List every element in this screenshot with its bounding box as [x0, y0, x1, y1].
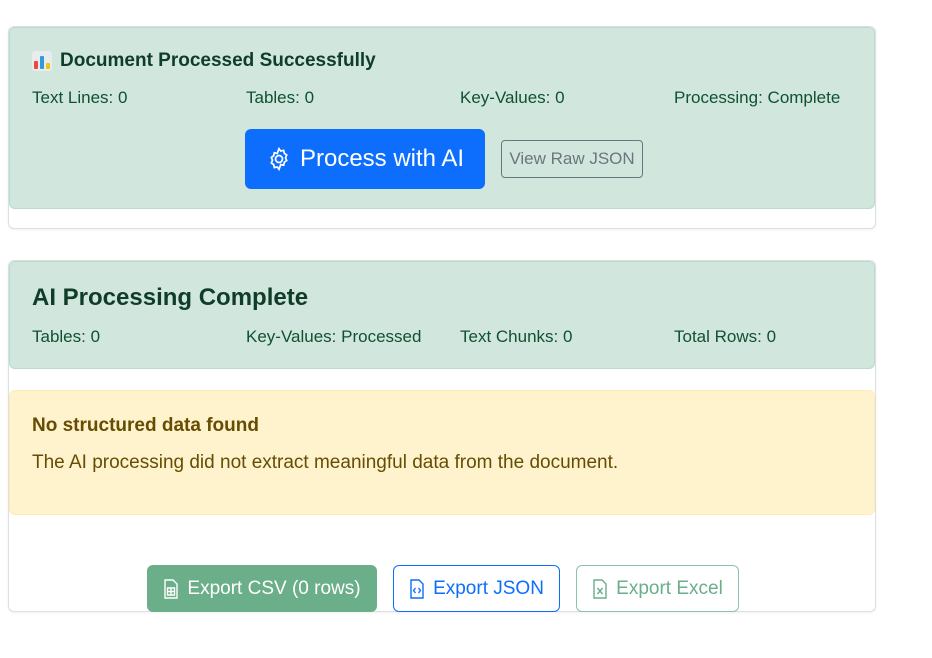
bar-chart-icon: [32, 51, 52, 71]
no-data-warning: No structured data found The AI processi…: [9, 390, 875, 515]
export-json-label: Export JSON: [433, 577, 544, 599]
stat-processing: Processing: Complete: [674, 88, 841, 107]
document-success-alert: Document Processed Successfully Text Lin…: [9, 27, 875, 209]
gear-icon: [266, 146, 292, 172]
export-excel-button[interactable]: Export Excel: [576, 565, 739, 612]
export-csv-label: Export CSV (0 rows): [187, 577, 361, 599]
document-title: Document Processed Successfully: [60, 50, 376, 71]
process-with-ai-button[interactable]: Process with AI: [245, 129, 485, 189]
stat-key-values: Key-Values: 0: [460, 88, 565, 107]
stat-text-lines: Text Lines: 0: [32, 88, 128, 107]
export-json-button[interactable]: Export JSON: [393, 565, 560, 612]
ai-processing-card: AI Processing Complete Tables: 0 Key-Val…: [8, 260, 876, 612]
stat-total-rows: Total Rows: 0: [674, 327, 777, 346]
spreadsheet-file-icon: [163, 578, 179, 599]
warning-message: The AI processing did not extract meanin…: [32, 452, 619, 473]
process-with-ai-label: Process with AI: [299, 145, 465, 172]
ai-title: AI Processing Complete: [32, 284, 309, 311]
document-title-row: Document Processed Successfully: [32, 50, 376, 72]
view-raw-json-label: View Raw JSON: [509, 149, 635, 168]
document-processed-card: Document Processed Successfully Text Lin…: [8, 26, 876, 229]
warning-title: No structured data found: [32, 415, 259, 436]
stat-text-chunks: Text Chunks: 0: [460, 327, 573, 346]
view-raw-json-button[interactable]: View Raw JSON: [501, 140, 643, 178]
ai-title-row: AI Processing Complete: [32, 284, 308, 312]
code-file-icon: [409, 578, 425, 599]
excel-file-icon: [592, 578, 608, 599]
ai-success-alert: AI Processing Complete Tables: 0 Key-Val…: [9, 261, 875, 369]
export-csv-button[interactable]: Export CSV (0 rows): [147, 565, 377, 612]
stat-ai-tables: Tables: 0: [32, 327, 101, 346]
stat-ai-key-values: Key-Values: Processed: [246, 327, 422, 346]
export-excel-label: Export Excel: [616, 577, 723, 599]
stat-tables: Tables: 0: [246, 88, 315, 107]
